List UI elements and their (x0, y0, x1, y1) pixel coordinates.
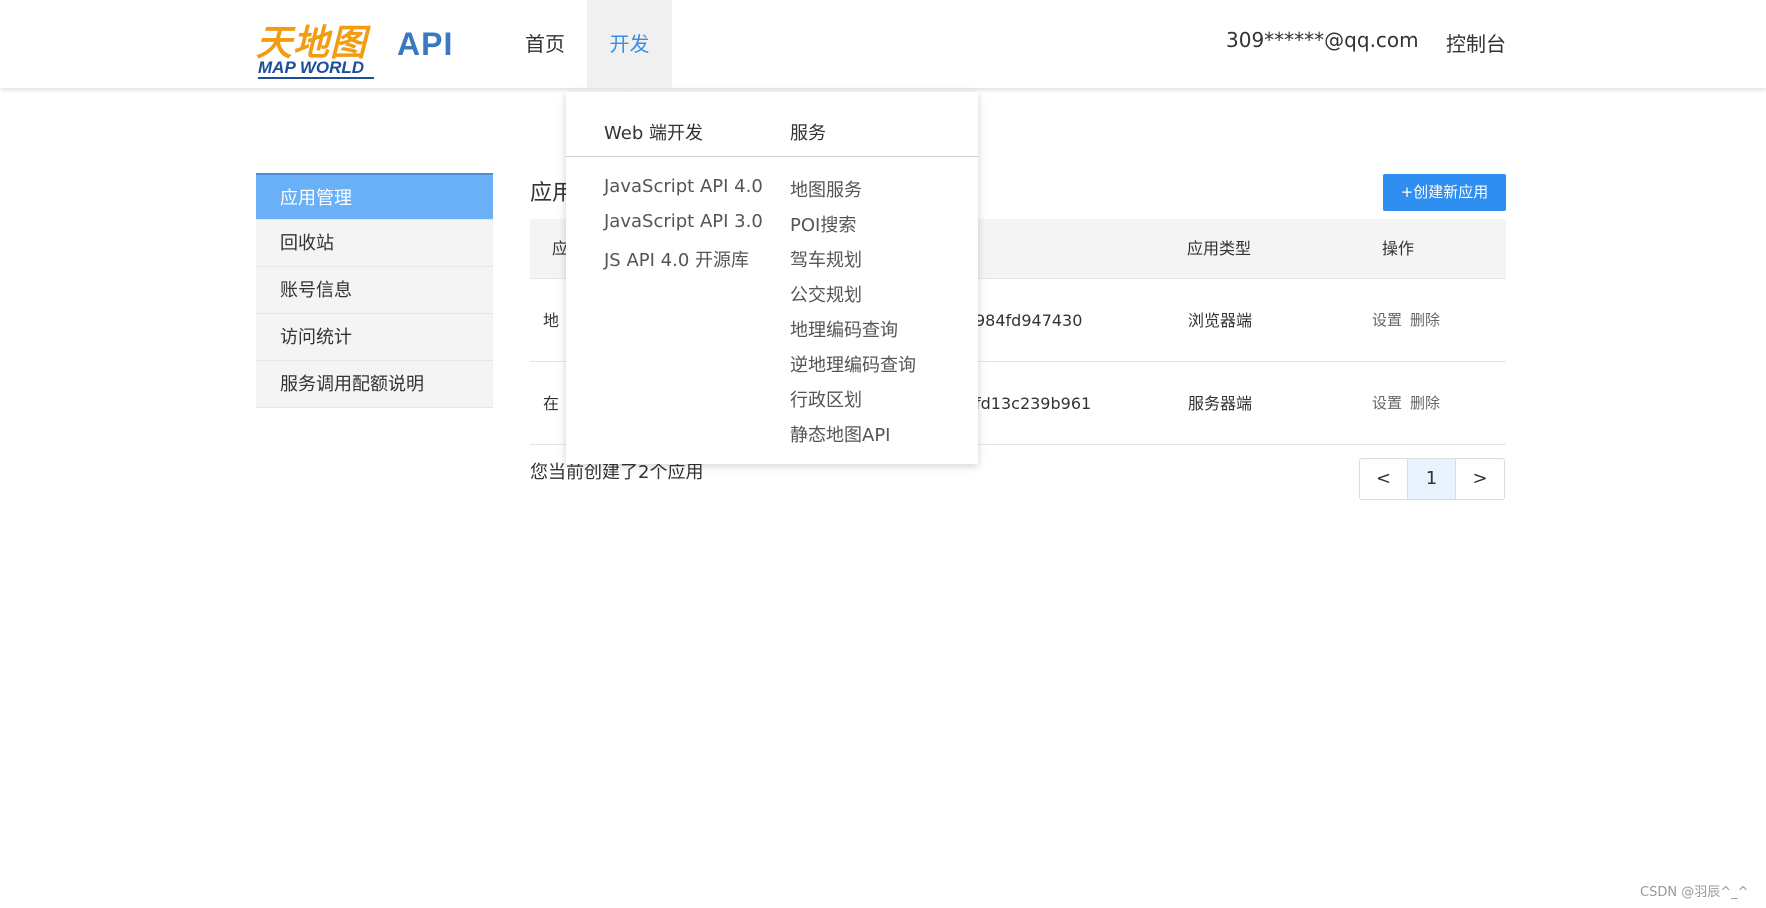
dropdown-col-web-title: Web 端开发 (604, 123, 703, 144)
row-settings-link[interactable]: 设置 (1372, 362, 1402, 445)
tianditu-logo[interactable]: 天地图 MAP WORLD (256, 14, 376, 79)
sidebar-item-app-management[interactable]: 应用管理 (256, 173, 493, 220)
menu-item-poi-search[interactable]: POI搜索 (790, 211, 856, 237)
nav-develop[interactable]: 开发 (587, 0, 672, 88)
menu-item-js-api-3[interactable]: JavaScript API 3.0 (604, 211, 763, 232)
nav-home[interactable]: 首页 (518, 0, 572, 88)
pager-page-1[interactable]: 1 (1408, 459, 1456, 499)
sidebar-item-recycle-bin[interactable]: 回收站 (256, 220, 493, 267)
row-app-name: 地 (543, 311, 560, 330)
menu-item-map-service[interactable]: 地图服务 (790, 176, 862, 202)
console-link[interactable]: 控制台 (1446, 28, 1506, 57)
menu-item-static-map-api[interactable]: 静态地图API (790, 421, 890, 447)
col-header-type: 应用类型 (1187, 239, 1252, 258)
row-app-key: 984fd947430 (975, 311, 1083, 330)
develop-dropdown-menu: Web 端开发 服务 JavaScript API 4.0 JavaScript… (566, 92, 978, 464)
sidebar-item-quota-info[interactable]: 服务调用配额说明 (256, 361, 493, 408)
menu-item-reverse-geocoding[interactable]: 逆地理编码查询 (790, 351, 916, 377)
menu-item-js-api-open-source[interactable]: JS API 4.0 开源库 (604, 246, 749, 272)
pager-prev-button[interactable]: < (1360, 459, 1408, 499)
sidebar-item-access-stats[interactable]: 访问统计 (256, 314, 493, 361)
logo-english-text: MAP WORLD (258, 58, 365, 77)
row-app-type: 服务器端 (1188, 394, 1253, 413)
row-delete-link[interactable]: 删除 (1410, 279, 1440, 362)
col-header-ops: 操作 (1382, 239, 1415, 258)
menu-item-transit-route[interactable]: 公交规划 (790, 281, 862, 307)
menu-item-geocoding[interactable]: 地理编码查询 (790, 316, 898, 342)
dropdown-divider (566, 156, 978, 157)
row-settings-link[interactable]: 设置 (1372, 279, 1402, 362)
create-app-button[interactable]: +创建新应用 (1383, 174, 1506, 211)
dropdown-col-service-title: 服务 (790, 123, 826, 144)
menu-item-driving-route[interactable]: 驾车规划 (790, 246, 862, 272)
pagination: < 1 > (1359, 458, 1505, 500)
top-header: 天地图 MAP WORLD API 首页 开发 309******@qq.com… (0, 0, 1766, 88)
row-app-name: 在 (543, 394, 560, 413)
sidebar: 应用管理 回收站 账号信息 访问统计 服务调用配额说明 (256, 173, 493, 408)
menu-item-js-api-4[interactable]: JavaScript API 4.0 (604, 176, 763, 197)
row-app-key: fd13c239b961 (975, 394, 1092, 413)
nav-caret-icon (618, 80, 638, 90)
csdn-watermark: CSDN @羽辰^_^ (1640, 885, 1749, 900)
pager-next-button[interactable]: > (1456, 459, 1504, 499)
sidebar-item-account-info[interactable]: 账号信息 (256, 267, 493, 314)
api-brand-label: API (397, 26, 454, 62)
user-email[interactable]: 309******@qq.com (1226, 28, 1419, 52)
row-delete-link[interactable]: 删除 (1410, 362, 1440, 445)
logo-underline (258, 77, 374, 79)
menu-item-admin-division[interactable]: 行政区划 (790, 386, 862, 412)
row-app-type: 浏览器端 (1188, 311, 1253, 330)
